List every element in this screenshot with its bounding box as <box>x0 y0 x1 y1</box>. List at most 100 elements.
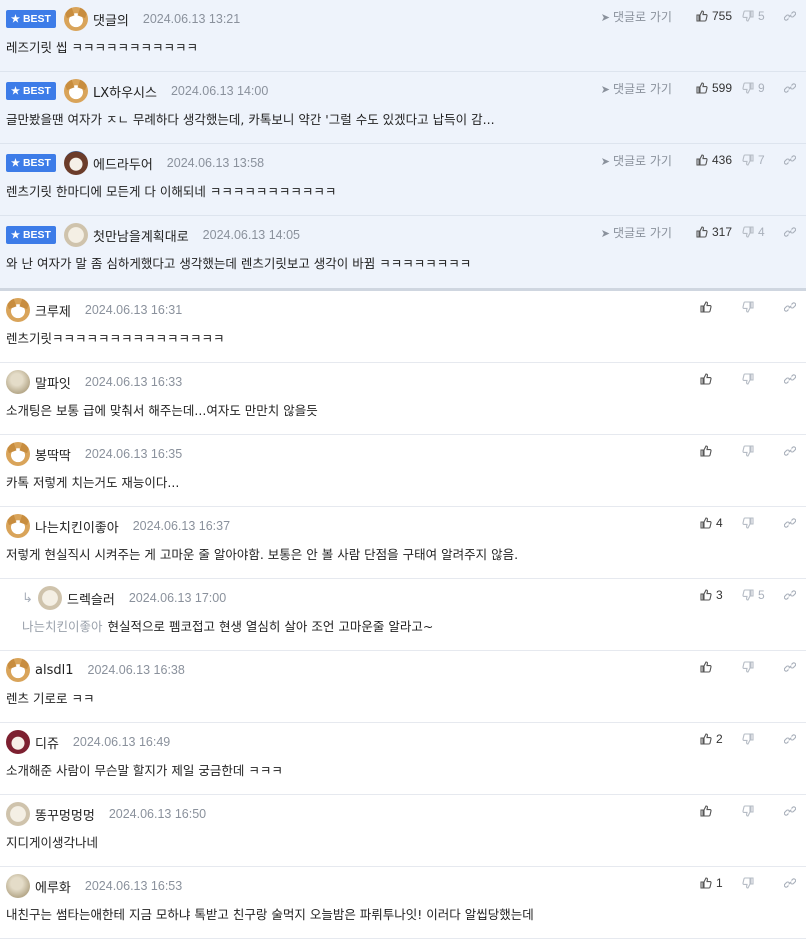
upvote-count: 317 <box>711 225 732 239</box>
link-icon[interactable] <box>783 589 797 601</box>
downvote-button[interactable] <box>742 301 774 313</box>
upvote-button[interactable]: 436 <box>696 153 732 167</box>
avatar[interactable] <box>6 514 30 538</box>
avatar[interactable] <box>63 223 88 247</box>
link-icon[interactable] <box>783 805 797 817</box>
avatar[interactable] <box>6 802 30 826</box>
downvote-button[interactable] <box>742 517 774 529</box>
comment-author[interactable]: 에루화 <box>35 877 71 896</box>
comment-author[interactable]: 디쥬 <box>35 733 59 752</box>
downvote-button[interactable]: 5 <box>742 588 774 602</box>
thumbs-up-icon <box>696 154 708 166</box>
comment: 봉딱딱 2024.06.13 16:35 카톡 저렇게 치는거도 재능이다... <box>0 435 806 507</box>
avatar[interactable] <box>38 586 62 610</box>
goto-reply-link[interactable]: ➤ 댓글로 가기 <box>601 80 672 97</box>
link-icon[interactable] <box>783 10 797 22</box>
comment-actions: ➤ 댓글로 가기 317 4 <box>601 223 797 241</box>
thumbs-down-icon <box>742 10 754 22</box>
avatar[interactable] <box>63 151 88 175</box>
upvote-button[interactable]: 755 <box>696 9 732 23</box>
goto-reply-link[interactable]: ➤ 댓글로 가기 <box>601 224 672 241</box>
link-icon[interactable] <box>783 733 797 745</box>
downvote-button[interactable]: 7 <box>742 153 774 167</box>
upvote-count: 1 <box>716 876 723 890</box>
comment-text: 글만봤을땐 여자가 ㅈㄴ 무례하다 생각했는데, 카톡보니 약간 '그럴 수도 … <box>6 112 495 127</box>
avatar[interactable] <box>6 370 30 394</box>
star-icon: ★ <box>11 13 20 25</box>
comment-actions: 1 <box>690 874 797 892</box>
upvote-button[interactable]: 1 <box>700 876 732 890</box>
link-icon[interactable] <box>783 226 797 238</box>
upvote-button[interactable] <box>700 805 732 817</box>
comment-actions <box>690 370 797 388</box>
comment-text: 와 난 여자가 말 좀 심하게했다고 생각했는데 렌츠기릿보고 생각이 바뀜 ㅋ… <box>6 256 472 271</box>
downvote-button[interactable] <box>742 373 774 385</box>
thumbs-up-icon <box>700 301 712 313</box>
upvote-button[interactable] <box>700 445 732 457</box>
downvote-button[interactable] <box>742 445 774 457</box>
downvote-button[interactable] <box>742 805 774 817</box>
downvote-button[interactable]: 9 <box>742 81 774 95</box>
upvote-button[interactable]: 599 <box>696 81 732 95</box>
comment-author[interactable]: 에드라두어 <box>93 154 153 173</box>
upvote-button[interactable] <box>700 373 732 385</box>
goto-reply-link[interactable]: ➤ 댓글로 가기 <box>601 8 672 25</box>
comment: 똥꾸멍멍멍 2024.06.13 16:50 지디게이생각나네 <box>0 795 806 867</box>
comment-author[interactable]: 봉딱딱 <box>35 445 71 464</box>
comment-author[interactable]: alsdl1 <box>35 663 74 678</box>
best-comment: ★ BEST 에드라두어 2024.06.13 13:58 ➤ 댓글로 가기 436 7 렌츠기… <box>0 144 806 216</box>
comment-text: 렌츠기릿 한마디에 모든게 다 이해되네 ㅋㅋㅋㅋㅋㅋㅋㅋㅋㅋㅋ <box>6 184 337 199</box>
link-icon[interactable] <box>783 154 797 166</box>
mention-tag[interactable]: 나는치킨이좋아 <box>22 619 103 634</box>
comment-actions: ➤ 댓글로 가기 599 9 <box>601 79 797 97</box>
comment-actions: 4 <box>690 514 797 532</box>
send-icon: ➤ <box>600 154 610 168</box>
link-icon[interactable] <box>783 877 797 889</box>
avatar[interactable] <box>63 79 88 103</box>
comment-author[interactable]: 나는치킨이좋아 <box>35 517 119 536</box>
comment-author[interactable]: 똥꾸멍멍멍 <box>35 805 95 824</box>
best-comment: ★ BEST 댓글의 2024.06.13 13:21 ➤ 댓글로 가기 755 5 레즈기릿 … <box>0 0 806 72</box>
comment-body: 나는치킨이좋아 현실적으로 펨코접고 현생 열심히 살아 조언 고마운줄 알라고~ <box>22 618 786 636</box>
upvote-button[interactable]: 4 <box>700 516 732 530</box>
comment-date: 2024.06.13 14:00 <box>170 84 269 98</box>
comment-author[interactable]: 드렉슬러 <box>67 589 115 608</box>
comment-body: 글만봤을땐 여자가 ㅈㄴ 무례하다 생각했는데, 카톡보니 약간 '그럴 수도 … <box>6 111 786 129</box>
comment-date: 2024.06.13 16:49 <box>72 735 171 749</box>
link-icon[interactable] <box>783 82 797 94</box>
link-icon[interactable] <box>783 301 797 313</box>
upvote-button[interactable] <box>700 661 732 673</box>
avatar[interactable] <box>6 730 30 754</box>
comment-body: 저렇게 현실직시 시켜주는 게 고마운 줄 알아야함. 보통은 안 볼 사람 단… <box>6 546 786 564</box>
link-icon[interactable] <box>783 661 797 673</box>
comment-author[interactable]: 크루제 <box>35 301 71 320</box>
downvote-button[interactable] <box>742 733 774 745</box>
avatar[interactable] <box>63 7 88 31</box>
downvote-button[interactable] <box>742 661 774 673</box>
comment-actions <box>690 658 797 676</box>
upvote-button[interactable]: 2 <box>700 732 732 746</box>
comment-date: 2024.06.13 16:31 <box>84 303 183 317</box>
goto-reply-link[interactable]: ➤ 댓글로 가기 <box>601 152 672 169</box>
comment-author[interactable]: 말파잇 <box>35 373 71 392</box>
upvote-button[interactable]: 317 <box>696 225 732 239</box>
comment-author[interactable]: 댓글의 <box>93 10 129 29</box>
best-badge: ★ BEST <box>6 10 56 28</box>
upvote-button[interactable] <box>700 301 732 313</box>
downvote-button[interactable]: 5 <box>742 9 774 23</box>
comment-actions: 35 <box>690 586 797 604</box>
avatar[interactable] <box>6 298 30 322</box>
link-icon[interactable] <box>783 517 797 529</box>
downvote-button[interactable] <box>742 877 774 889</box>
avatar[interactable] <box>6 442 30 466</box>
downvote-button[interactable]: 4 <box>742 225 774 239</box>
link-icon[interactable] <box>783 373 797 385</box>
comment-author[interactable]: 첫만남을계획대로 <box>93 226 189 245</box>
avatar[interactable] <box>6 658 30 682</box>
link-icon[interactable] <box>783 445 797 457</box>
avatar[interactable] <box>6 874 30 898</box>
comment-author[interactable]: LX하우시스 <box>93 82 157 101</box>
thumbs-down-icon <box>742 445 754 457</box>
thumbs-up-icon <box>700 877 712 889</box>
upvote-button[interactable]: 3 <box>700 588 732 602</box>
